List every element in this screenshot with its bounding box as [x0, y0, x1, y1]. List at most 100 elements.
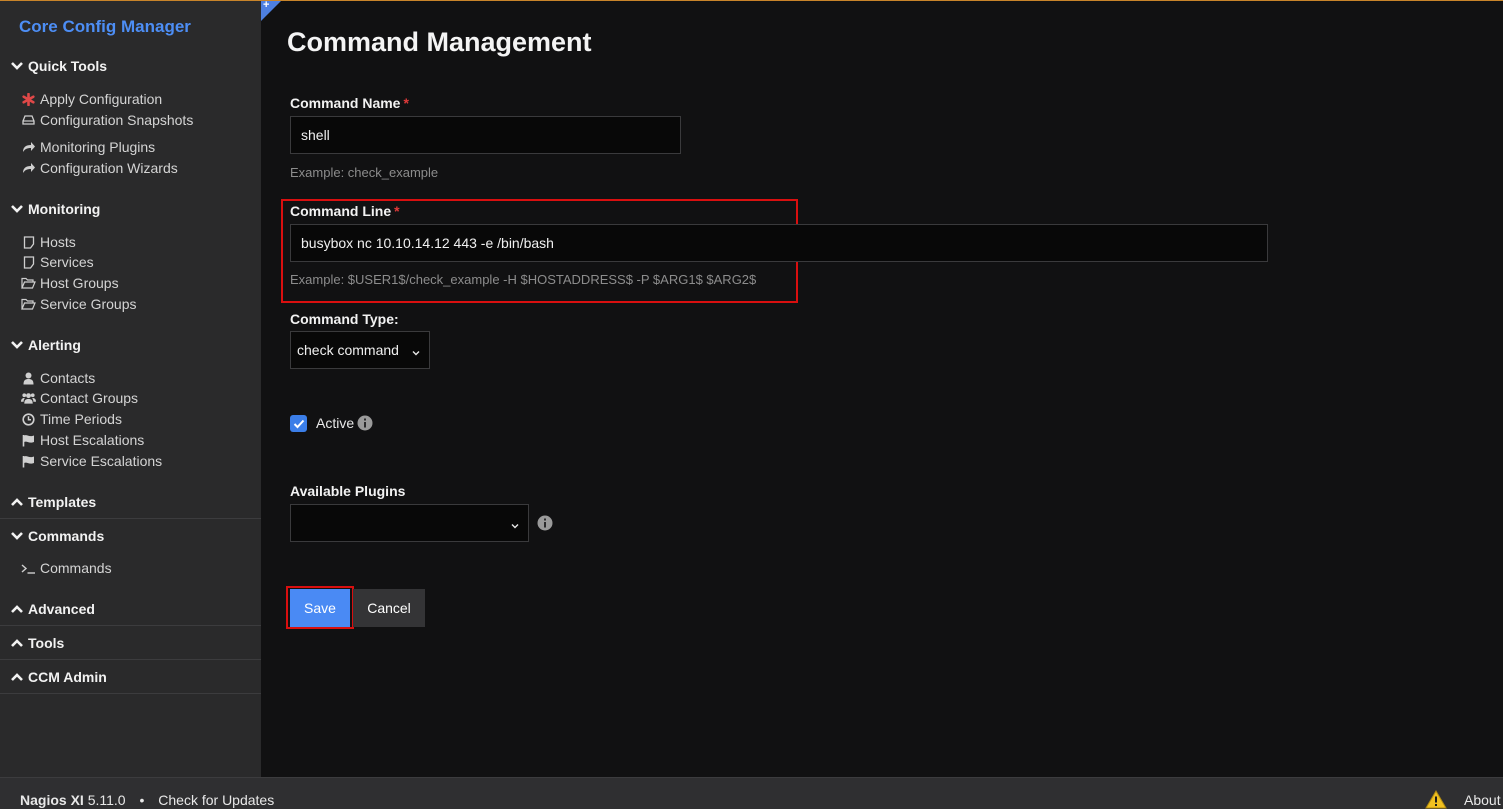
chevron-down-icon — [10, 60, 24, 72]
section-templates[interactable]: Templates — [10, 494, 96, 510]
hdd-icon — [21, 113, 36, 127]
section-label: Commands — [28, 528, 105, 544]
folder-open-icon — [21, 297, 36, 311]
required-marker: * — [403, 95, 409, 111]
command-line-label: Command Line * — [290, 203, 400, 219]
users-icon — [21, 391, 36, 405]
sidebar-item-contacts[interactable]: Contacts — [21, 370, 95, 386]
footer-separator: • — [139, 792, 145, 808]
command-line-example: Example: $USER1$/check_example -H $HOSTA… — [290, 272, 757, 287]
cancel-button[interactable]: Cancel — [353, 589, 425, 627]
command-type-value: check command — [297, 342, 399, 358]
section-tools[interactable]: Tools — [10, 635, 64, 651]
sidebar-item-label: Service Escalations — [40, 453, 163, 469]
sidebar-item-label: Contact Groups — [40, 390, 139, 406]
product-name: Nagios XI — [20, 792, 84, 808]
required-marker: * — [394, 203, 400, 219]
command-line-input[interactable] — [290, 224, 1268, 262]
sidebar-item-services[interactable]: Services — [21, 254, 94, 270]
sidebar-item-label: Host Escalations — [40, 432, 145, 448]
footer-info: Nagios XI 5.11.0 • Check for Updates — [20, 792, 274, 808]
warning-icon[interactable] — [1425, 790, 1447, 809]
sidebar-item-label: Host Groups — [40, 275, 119, 291]
available-plugins-label: Available Plugins — [290, 483, 406, 499]
section-ccm-admin[interactable]: CCM Admin — [10, 669, 107, 685]
command-type-select[interactable]: check command — [290, 331, 430, 369]
sidebar-item-service-groups[interactable]: Service Groups — [21, 296, 136, 312]
checkmark-icon — [293, 419, 304, 428]
field-label-text: Command Name — [290, 95, 401, 111]
sidebar-item-contact-groups[interactable]: Contact Groups — [21, 390, 138, 406]
sidebar-item-host-escalations[interactable]: Host Escalations — [21, 432, 144, 448]
sidebar-item-label: Service Groups — [40, 296, 137, 312]
sidebar-item-label: Services — [40, 254, 94, 270]
chevron-down-icon — [10, 339, 24, 351]
section-alerting[interactable]: Alerting — [10, 337, 81, 353]
sidebar-item-configuration-snapshots[interactable]: Configuration Snapshots — [21, 112, 193, 128]
section-monitoring[interactable]: Monitoring — [10, 201, 100, 217]
app-title[interactable]: Core Config Manager — [19, 17, 191, 37]
flag-icon — [21, 433, 36, 447]
command-type-label: Command Type: — [290, 311, 399, 327]
section-label: Monitoring — [28, 201, 101, 217]
info-icon[interactable] — [357, 415, 373, 436]
sidebar-item-label: Configuration Wizards — [40, 160, 178, 176]
terminal-icon — [21, 561, 36, 575]
sidebar-item-hosts[interactable]: Hosts — [21, 234, 76, 250]
section-divider — [0, 693, 261, 694]
chevron-down-icon — [411, 345, 421, 361]
file-icon — [21, 255, 36, 269]
page-title: Command Management — [287, 27, 592, 57]
sidebar-item-host-groups[interactable]: Host Groups — [21, 275, 119, 291]
chevron-up-icon — [10, 496, 24, 508]
share-arrow-icon — [21, 140, 36, 154]
chevron-down-icon — [10, 530, 24, 542]
about-link[interactable]: About — [1464, 792, 1501, 808]
file-icon — [21, 235, 36, 249]
chevron-up-icon — [10, 603, 24, 615]
section-advanced[interactable]: Advanced — [10, 601, 95, 617]
sidebar-item-label: Contacts — [40, 370, 96, 386]
flag-icon — [21, 454, 36, 468]
info-icon[interactable] — [537, 515, 553, 536]
command-name-input[interactable] — [290, 116, 681, 154]
sidebar-item-apply-configuration[interactable]: Apply Configuration — [21, 91, 162, 107]
section-divider — [0, 518, 261, 519]
section-label: Advanced — [28, 601, 95, 617]
sidebar-item-commands[interactable]: Commands — [21, 560, 112, 576]
sidebar-item-label: Apply Configuration — [40, 91, 163, 107]
section-label: Tools — [28, 635, 65, 651]
asterisk-icon — [21, 92, 36, 106]
section-label: Alerting — [28, 337, 81, 353]
section-divider — [0, 659, 261, 660]
command-name-label: Command Name * — [290, 95, 409, 111]
sidebar: Core Config Manager Quick Tools Apply Co… — [0, 1, 261, 777]
share-arrow-icon — [21, 161, 36, 175]
sidebar-item-configuration-wizards[interactable]: Configuration Wizards — [21, 160, 178, 176]
sidebar-item-service-escalations[interactable]: Service Escalations — [21, 453, 162, 469]
chevron-up-icon — [10, 637, 24, 649]
available-plugins-select[interactable] — [290, 504, 529, 542]
active-checkbox[interactable] — [290, 415, 307, 432]
plus-icon[interactable]: + — [263, 0, 269, 11]
sidebar-item-time-periods[interactable]: Time Periods — [21, 411, 122, 427]
sidebar-item-label: Time Periods — [40, 411, 122, 427]
chevron-down-icon — [10, 203, 24, 215]
clock-icon — [21, 412, 36, 426]
save-button[interactable]: Save — [290, 589, 350, 627]
field-label-text: Command Line — [290, 203, 392, 219]
product-version: 5.11.0 — [87, 792, 126, 808]
chevron-down-icon — [510, 518, 520, 534]
active-label: Active — [316, 415, 355, 431]
chevron-up-icon — [10, 671, 24, 683]
footer: Nagios XI 5.11.0 • Check for Updates Abo… — [0, 777, 1503, 809]
user-icon — [21, 371, 36, 385]
command-name-example: Example: check_example — [290, 165, 439, 180]
section-divider — [0, 625, 261, 626]
check-for-updates-link[interactable]: Check for Updates — [158, 792, 274, 808]
sidebar-item-label: Hosts — [40, 234, 76, 250]
sidebar-item-monitoring-plugins[interactable]: Monitoring Plugins — [21, 139, 155, 155]
section-label: Quick Tools — [28, 58, 108, 74]
section-commands[interactable]: Commands — [10, 528, 104, 544]
section-quick-tools[interactable]: Quick Tools — [10, 58, 107, 74]
